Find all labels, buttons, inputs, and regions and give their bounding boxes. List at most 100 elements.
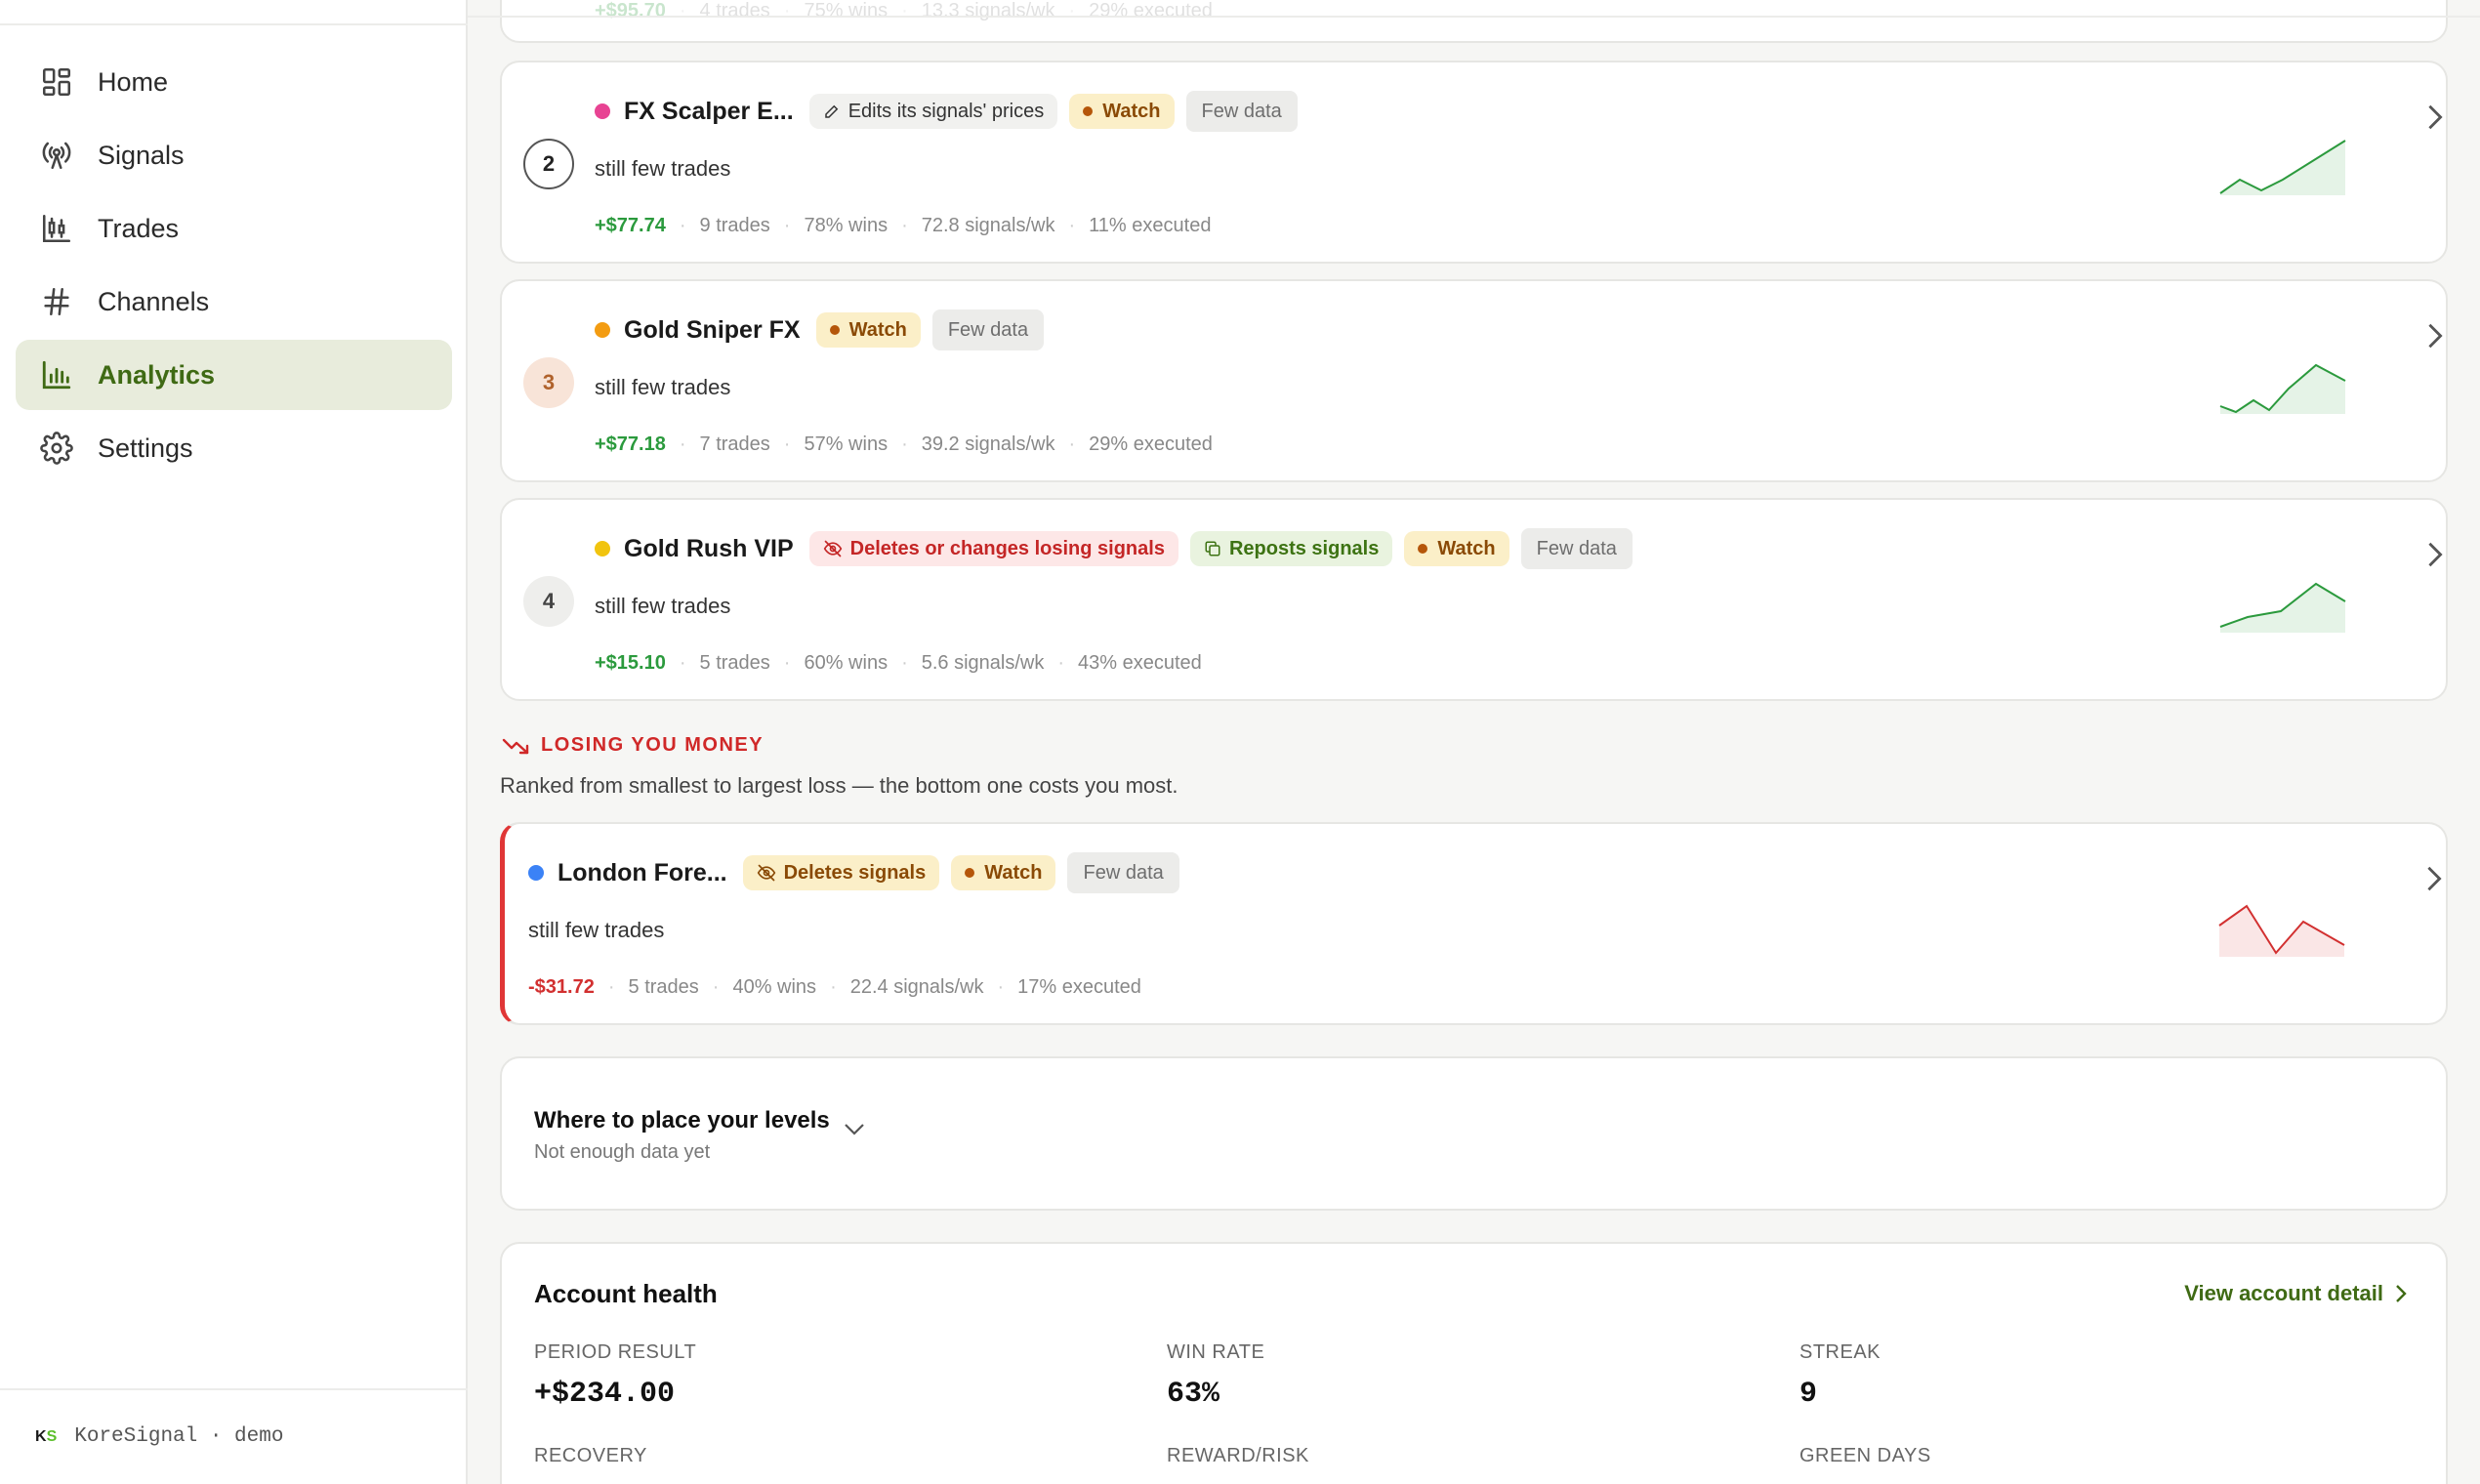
stat-separator: · (679, 652, 686, 674)
period-result-metric: PERIOD RESULT +$234.00 (534, 1341, 696, 1411)
channel-signals: 39.2 signals/wk (921, 433, 1055, 455)
stat-separator: · (830, 976, 837, 998)
channel-subtext: still few trades (595, 375, 731, 399)
sidebar-item-analytics[interactable]: Analytics (16, 340, 452, 410)
badge-label: Deletes signals (783, 861, 927, 884)
stat-separator: · (783, 215, 791, 236)
sidebar-item-label: Channels (98, 286, 210, 316)
levels-title: Where to place your levels (534, 1107, 830, 1134)
chevron-right-icon[interactable] (2421, 98, 2449, 137)
channel-card-partial[interactable]: +$95.70 · 4 trades · 75% wins · 13.3 signal… (500, 0, 2448, 43)
metric-value: +$234.00 (534, 1378, 676, 1411)
deletes-changes-badge: Deletes or changes losing signals (808, 531, 1178, 566)
sparkline (2219, 140, 2346, 195)
stat-separator: · (901, 215, 908, 236)
channel-card[interactable]: 3 Gold Sniper FX Watch Few data still fe… (500, 279, 2448, 482)
few-data-badge: Few data (1185, 91, 1298, 132)
watch-badge: Watch (1069, 94, 1175, 129)
stat-separator: · (607, 976, 615, 998)
levels-subtitle: Not enough data yet (534, 1141, 711, 1163)
sidebar-item-channels[interactable]: Channels (16, 267, 452, 337)
channel-wins: 78% wins (804, 215, 889, 236)
channel-title-row: London Fore... Deletes signals Watch Few… (528, 852, 1191, 893)
channel-wins: 57% wins (804, 433, 889, 455)
stat-separator: · (1068, 215, 1076, 236)
chevron-right-icon[interactable] (2421, 316, 2449, 355)
brand-logo: KS (35, 1427, 58, 1445)
channel-name: London Fore... (558, 858, 727, 886)
stat-separator: · (712, 976, 720, 998)
stat-separator: · (679, 433, 686, 455)
losing-heading-text: LOSING YOU MONEY (541, 734, 765, 756)
sidebar-item-label: Analytics (98, 359, 216, 390)
eye-off-icon (823, 540, 842, 557)
channel-card-losing[interactable]: London Fore... Deletes signals Watch Few… (500, 822, 2448, 1025)
stat-separator: · (679, 215, 686, 236)
sidebar-item-trades[interactable]: Trades (16, 193, 452, 264)
metric-label: WIN RATE (1167, 1341, 1265, 1363)
channel-card[interactable]: 4 Gold Rush VIP Deletes or changes losin… (500, 498, 2448, 701)
sidebar-item-home[interactable]: Home (16, 47, 452, 117)
channel-executed: 17% executed (1017, 976, 1141, 998)
channel-color-dot (528, 865, 544, 881)
sidebar-footer: KS KoreSignal · demo (0, 1388, 468, 1484)
chevron-right-icon (2396, 1285, 2407, 1302)
channel-subtext: still few trades (595, 594, 731, 618)
chevron-down-icon[interactable] (844, 1123, 865, 1141)
channel-stats: +$77.18 · 7 trades · 57% wins · 39.2 signal… (595, 433, 1213, 456)
rank-badge: 4 (523, 576, 574, 627)
badge-label: Watch (1102, 100, 1161, 122)
sidebar-item-label: Signals (98, 140, 185, 170)
levels-card[interactable]: Where to place your levels Not enough da… (500, 1056, 2448, 1211)
few-data-badge: Few data (931, 309, 1045, 350)
stat-separator: · (997, 976, 1005, 998)
gear-icon (39, 431, 74, 466)
channel-name: FX Scalper E... (624, 97, 794, 125)
stat-separator: · (901, 433, 908, 455)
copy-icon (1205, 541, 1220, 556)
bar-chart-icon (39, 357, 74, 392)
view-account-detail-link[interactable]: View account detail (2184, 1281, 2407, 1306)
channel-name: Gold Rush VIP (624, 534, 794, 562)
channel-title-row: Gold Sniper FX Watch Few data (595, 309, 1055, 350)
header-divider (468, 16, 2480, 18)
channel-trades: 5 trades (628, 976, 699, 998)
channel-trades: 5 trades (699, 652, 770, 674)
badge-label: Reposts signals (1228, 537, 1380, 559)
channel-wins: 60% wins (804, 652, 889, 674)
channel-subtext: still few trades (595, 156, 731, 181)
stat-separator: · (679, 0, 686, 21)
stat-separator: · (783, 652, 791, 674)
channel-color-dot (595, 541, 610, 556)
stat-separator: · (783, 0, 791, 21)
candles-icon (39, 211, 74, 246)
channel-executed: 29% executed (1089, 433, 1213, 455)
account-health-card: Account health View account detail PERIO… (500, 1242, 2448, 1484)
account-health-title: Account health (534, 1279, 718, 1308)
stat-separator: · (901, 0, 908, 21)
sidebar-item-signals[interactable]: Signals (16, 120, 452, 190)
channel-signals: 72.8 signals/wk (921, 215, 1055, 236)
badge-label: Watch (848, 318, 907, 341)
chevron-right-icon[interactable] (2420, 859, 2448, 898)
link-label: View account detail (2184, 1281, 2383, 1305)
rank-badge: 3 (523, 357, 574, 408)
channel-wins: 75% wins (804, 0, 889, 21)
channel-pnl: +$77.18 (595, 433, 666, 455)
broadcast-icon (39, 138, 74, 173)
channel-trades: 7 trades (699, 433, 770, 455)
metric-value: 63% (1167, 1378, 1220, 1411)
recovery-metric: RECOVERY (534, 1445, 647, 1467)
sidebar-item-settings[interactable]: Settings (16, 413, 452, 483)
channel-card[interactable]: 2 FX Scalper E... Edits its signals' pri… (500, 61, 2448, 264)
channel-pnl: -$31.72 (528, 976, 595, 998)
channel-signals: 22.4 signals/wk (849, 976, 984, 998)
watch-dot (965, 868, 975, 878)
watch-dot (1418, 544, 1428, 554)
sidebar-item-label: Settings (98, 433, 193, 463)
chevron-right-icon[interactable] (2421, 535, 2449, 574)
sidebar: Home Signals Trades Channels Analytics S… (0, 0, 468, 1484)
channel-color-dot (595, 322, 610, 338)
channel-title-row: Gold Rush VIP Deletes or changes losing … (595, 528, 1644, 569)
losing-section-heading: LOSING YOU MONEY (502, 734, 764, 757)
